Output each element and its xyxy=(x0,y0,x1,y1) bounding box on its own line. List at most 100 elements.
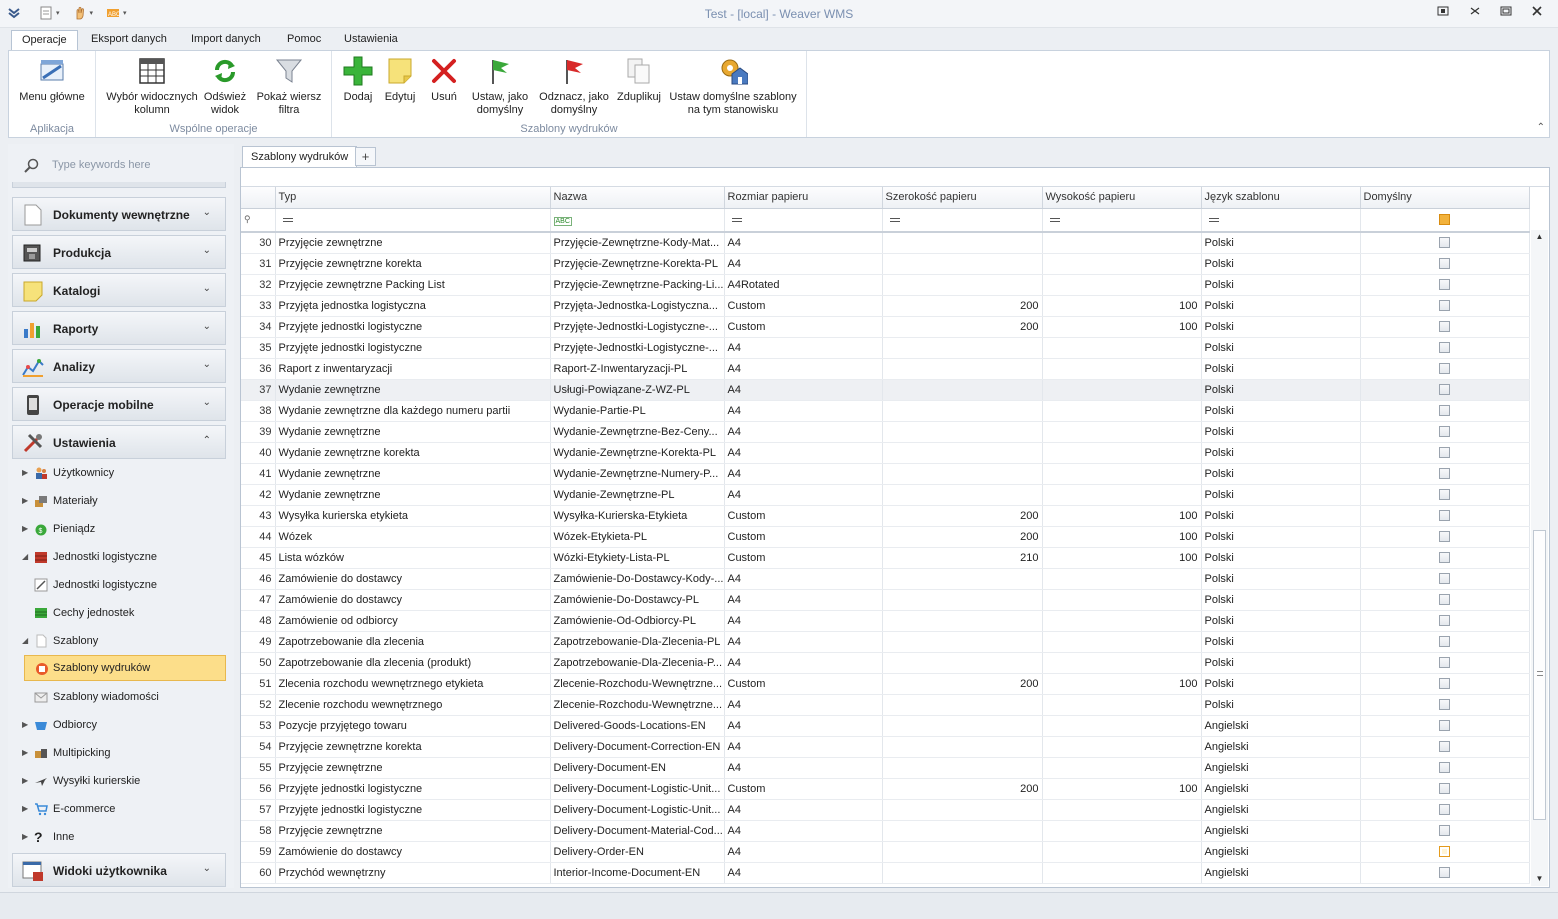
cell-rozmiar[interactable]: A4 xyxy=(724,484,883,506)
table-row[interactable]: 55 Przyjęcie zewnętrzne Delivery-Document-… xyxy=(241,757,1530,779)
default-checkbox[interactable] xyxy=(1439,342,1450,353)
cell-jezyk[interactable]: Polski xyxy=(1201,631,1361,653)
cell-rozmiar[interactable]: Custom xyxy=(724,526,883,548)
filter-domyslny[interactable] xyxy=(1360,208,1530,233)
tab-operacje[interactable]: Operacje xyxy=(11,30,78,50)
cell-rozmiar[interactable]: Custom xyxy=(724,505,883,527)
column-header-wysokosc[interactable]: Wysokość papieru xyxy=(1042,187,1202,209)
default-checkbox[interactable] xyxy=(1439,657,1450,668)
filter-nazwa[interactable]: ABC xyxy=(550,208,725,233)
cell-jezyk[interactable]: Polski xyxy=(1201,694,1361,716)
cell-jezyk[interactable]: Polski xyxy=(1201,295,1361,317)
cell-typ[interactable]: Zapotrzebowanie dla zlecenia (produkt) xyxy=(275,652,551,674)
cell-szerokosc[interactable] xyxy=(882,568,1043,590)
cell-typ[interactable]: Wydanie zewnętrzne korekta xyxy=(275,442,551,464)
odznacz-domyslny-button[interactable]: Odznacz, jako domyślny xyxy=(534,55,614,117)
cell-rozmiar[interactable]: A4 xyxy=(724,799,883,821)
cell-szerokosc[interactable] xyxy=(882,694,1043,716)
cell-typ[interactable]: Przyjęte jednostki logistyczne xyxy=(275,316,551,338)
cell-szerokosc[interactable] xyxy=(882,652,1043,674)
row-number[interactable]: 52 xyxy=(241,694,276,716)
wybor-kolumn-button[interactable]: Wybór widocznych kolumn xyxy=(104,55,200,117)
tab-eksport-danych[interactable]: Eksport danych xyxy=(81,30,177,50)
table-row[interactable]: 56 Przyjęte jednostki logistyczne Delivery… xyxy=(241,778,1530,800)
pokaz-filtr-button[interactable]: Pokaż wiersz filtra xyxy=(254,55,324,117)
cell-nazwa[interactable]: Delivery-Document-EN xyxy=(550,757,725,779)
cell-jezyk[interactable]: Polski xyxy=(1201,463,1361,485)
default-checkbox[interactable] xyxy=(1439,762,1450,773)
cell-szerokosc[interactable] xyxy=(882,337,1043,359)
cell-jezyk[interactable]: Polski xyxy=(1201,673,1361,695)
cell-nazwa[interactable]: Wózek-Etykieta-PL xyxy=(550,526,725,548)
cell-nazwa[interactable]: Delivered-Goods-Locations-EN xyxy=(550,715,725,737)
expand-arrow-icon[interactable]: ▶ xyxy=(22,827,30,847)
cell-szerokosc[interactable] xyxy=(882,400,1043,422)
row-number[interactable]: 35 xyxy=(241,337,276,359)
row-number[interactable]: 59 xyxy=(241,841,276,863)
cell-nazwa[interactable]: Zlecenie-Rozchodu-Wewnętrzne... xyxy=(550,673,725,695)
cell-szerokosc[interactable] xyxy=(882,589,1043,611)
filter-wysokosc[interactable] xyxy=(1042,208,1202,233)
default-checkbox[interactable] xyxy=(1439,321,1450,332)
cell-domyslny[interactable] xyxy=(1360,505,1530,527)
cell-domyslny[interactable] xyxy=(1360,400,1530,422)
table-row[interactable]: 57 Przyjęte jednostki logistyczne Delivery… xyxy=(241,799,1530,821)
vertical-scrollbar[interactable]: ▲ ▼ xyxy=(1531,230,1548,886)
cell-domyslny[interactable] xyxy=(1360,610,1530,632)
cell-nazwa[interactable]: Delivery-Document-Logistic-Unit... xyxy=(550,799,725,821)
cell-wysokosc[interactable] xyxy=(1042,568,1202,590)
cell-rozmiar[interactable]: A4 xyxy=(724,400,883,422)
default-checkbox[interactable] xyxy=(1439,405,1450,416)
cell-nazwa[interactable]: Delivery-Document-Logistic-Unit... xyxy=(550,778,725,800)
cell-domyslny[interactable] xyxy=(1360,820,1530,842)
cell-domyslny[interactable] xyxy=(1360,568,1530,590)
cell-szerokosc[interactable] xyxy=(882,841,1043,863)
cell-wysokosc[interactable] xyxy=(1042,820,1202,842)
cell-jezyk[interactable]: Polski xyxy=(1201,274,1361,296)
collapse-arrow-icon[interactable]: ◢ xyxy=(22,631,30,651)
close-icon[interactable] xyxy=(1528,5,1546,21)
cell-jezyk[interactable]: Polski xyxy=(1201,358,1361,380)
table-row[interactable]: 44 Wózek Wózek-Etykieta-PL Custom 200 100 Pols… xyxy=(241,526,1530,548)
cell-nazwa[interactable]: Przyjęcie-Zewnętrzne-Korekta-PL xyxy=(550,253,725,275)
cell-domyslny[interactable] xyxy=(1360,442,1530,464)
default-checkbox[interactable] xyxy=(1439,804,1450,815)
cell-nazwa[interactable]: Delivery-Document-Material-Cod... xyxy=(550,820,725,842)
cell-wysokosc[interactable] xyxy=(1042,484,1202,506)
row-number[interactable]: 34 xyxy=(241,316,276,338)
default-checkbox[interactable] xyxy=(1439,636,1450,647)
zduplikuj-button[interactable]: Zduplikuj xyxy=(616,55,662,104)
cell-rozmiar[interactable]: A4Rotated xyxy=(724,274,883,296)
cell-nazwa[interactable]: Zapotrzebowanie-Dla-Zlecenia-PL xyxy=(550,631,725,653)
cell-wysokosc[interactable]: 100 xyxy=(1042,547,1202,569)
cell-domyslny[interactable] xyxy=(1360,862,1530,884)
cell-rozmiar[interactable]: A4 xyxy=(724,358,883,380)
cell-wysokosc[interactable] xyxy=(1042,589,1202,611)
cell-rozmiar[interactable]: A4 xyxy=(724,253,883,275)
nav-group-operacje-mobilne[interactable]: Operacje mobilne ⌄ xyxy=(12,387,226,421)
cell-jezyk[interactable]: Polski xyxy=(1201,253,1361,275)
scroll-thumb[interactable] xyxy=(1533,530,1546,820)
row-number[interactable]: 55 xyxy=(241,757,276,779)
cell-rozmiar[interactable]: Custom xyxy=(724,673,883,695)
cell-jezyk[interactable]: Polski xyxy=(1201,547,1361,569)
cell-szerokosc[interactable]: 200 xyxy=(882,778,1043,800)
cell-domyslny[interactable] xyxy=(1360,337,1530,359)
cell-jezyk[interactable]: Polski xyxy=(1201,568,1361,590)
cell-wysokosc[interactable] xyxy=(1042,841,1202,863)
column-header-domyslny[interactable]: Domyślny xyxy=(1360,187,1530,209)
cell-typ[interactable]: Przyjęcie zewnętrzne korekta xyxy=(275,253,551,275)
cell-domyslny[interactable] xyxy=(1360,652,1530,674)
cell-domyslny[interactable] xyxy=(1360,379,1530,401)
default-checkbox[interactable] xyxy=(1439,720,1450,731)
cell-jezyk[interactable]: Angielski xyxy=(1201,715,1361,737)
cell-jezyk[interactable]: Angielski xyxy=(1201,820,1361,842)
cell-nazwa[interactable]: Wydanie-Zewnętrzne-Numery-P... xyxy=(550,463,725,485)
default-checkbox[interactable] xyxy=(1439,237,1450,249)
cell-typ[interactable]: Zapotrzebowanie dla zlecenia xyxy=(275,631,551,653)
cell-rozmiar[interactable]: Custom xyxy=(724,547,883,569)
cell-wysokosc[interactable] xyxy=(1042,337,1202,359)
cell-jezyk[interactable]: Polski xyxy=(1201,337,1361,359)
cell-domyslny[interactable] xyxy=(1360,421,1530,443)
dodaj-button[interactable]: Dodaj xyxy=(340,55,376,104)
